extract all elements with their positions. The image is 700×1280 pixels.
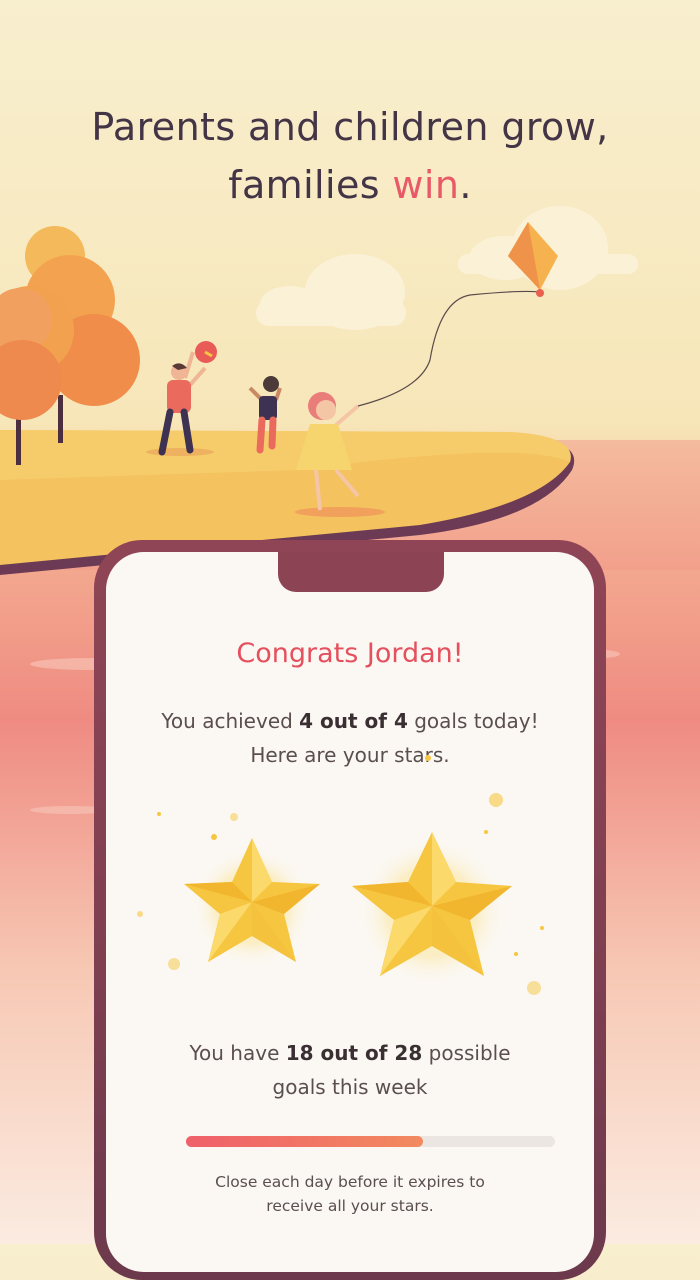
headline-line-2-prefix: families	[228, 163, 393, 207]
phone-frame: Congrats Jordan! You achieved 4 out of 4…	[94, 540, 606, 1280]
achievement-suffix: goals today!	[407, 709, 539, 733]
expiry-note: Close each day before it expires to rece…	[106, 1170, 594, 1218]
congrats-title: Congrats Jordan!	[236, 638, 464, 669]
headline-line-2: families win.	[0, 156, 700, 214]
expiry-note-line-2: receive all your stars.	[266, 1197, 434, 1215]
achievement-line-1: You achieved 4 out of 4 goals today!	[106, 704, 594, 738]
weekly-progress-bar	[186, 1136, 555, 1147]
stars-earned	[137, 755, 544, 995]
phone-screen: Congrats Jordan! You achieved 4 out of 4…	[106, 552, 594, 1272]
weekly-summary: You have 18 out of 28 possible goals thi…	[106, 1036, 594, 1104]
weekly-progress-fill	[186, 1136, 424, 1147]
star-icon	[184, 838, 320, 967]
expiry-note-line-1: Close each day before it expires to	[215, 1173, 485, 1191]
weekly-suffix: possible	[422, 1041, 511, 1065]
achievement-prefix: You achieved	[161, 709, 300, 733]
headline: Parents and children grow, families win.	[0, 98, 700, 214]
headline-accent-word: win	[392, 163, 460, 207]
weekly-line-2: goals this week	[272, 1075, 428, 1099]
achievement-count: 4 out of 4	[299, 709, 408, 733]
star-icon	[352, 832, 512, 986]
weekly-prefix: You have	[189, 1041, 286, 1065]
weekly-count: 18 out of 28	[285, 1041, 423, 1065]
headline-line-1: Parents and children grow,	[91, 105, 609, 149]
weekly-line-1: You have 18 out of 28 possible	[106, 1036, 594, 1070]
headline-line-2-suffix: .	[459, 163, 472, 207]
cloud-middle	[256, 254, 406, 330]
phone-notch	[278, 552, 444, 592]
